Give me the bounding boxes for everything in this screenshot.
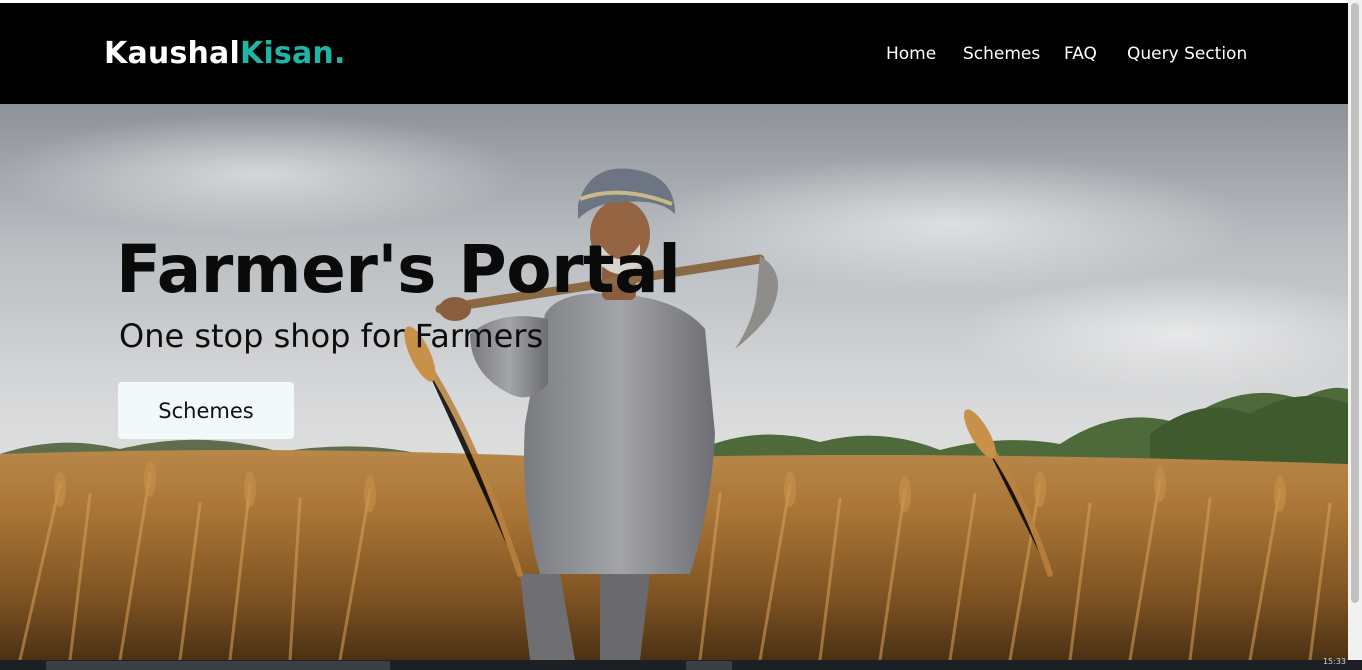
vertical-scrollbar[interactable] xyxy=(1348,0,1362,660)
taskbar-clock: 15:33 xyxy=(1322,657,1346,666)
nav-query-section-link[interactable]: Query Section xyxy=(1127,43,1247,65)
taskbar: 15:33 xyxy=(0,657,1362,670)
nav-schemes-link[interactable]: Schemes xyxy=(963,43,1040,65)
hero-subtitle: One stop shop for Farmers xyxy=(119,317,544,355)
hero-title: Farmer's Portal xyxy=(116,231,681,308)
navbar: KaushalKisan. Home Schemes FAQ Query Sec… xyxy=(0,3,1348,104)
hero-section: Farmer's Portal One stop shop for Farmer… xyxy=(0,104,1348,660)
nav-home-link[interactable]: Home xyxy=(886,43,936,65)
nav-links: Home Schemes FAQ Query Section xyxy=(0,43,1348,67)
taskbar-app-item[interactable] xyxy=(686,661,732,670)
taskbar-app-item[interactable] xyxy=(46,661,390,670)
nav-faq-link[interactable]: FAQ xyxy=(1064,43,1097,65)
scrollbar-thumb[interactable] xyxy=(1351,3,1359,603)
schemes-button[interactable]: Schemes xyxy=(118,382,294,439)
